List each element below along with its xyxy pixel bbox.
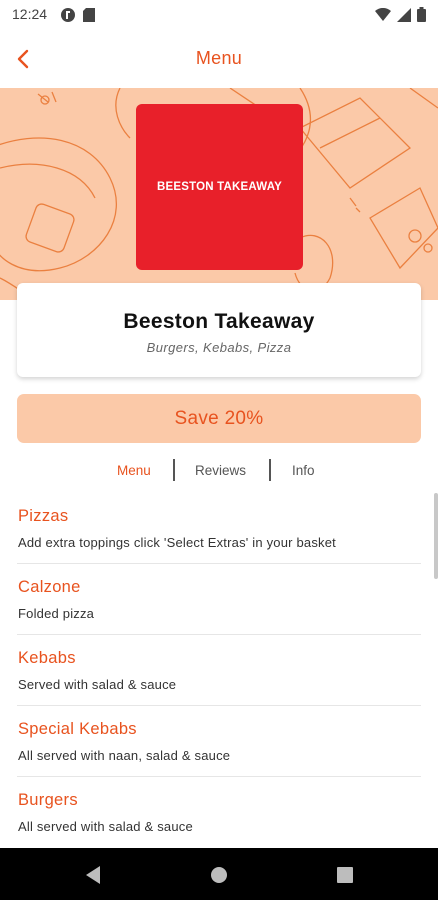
category-item-burgers[interactable]: Burgers All served with salad & sauce xyxy=(17,777,421,848)
category-description: All served with salad & sauce xyxy=(18,819,193,834)
app-bar: Menu xyxy=(0,30,438,88)
logo-text: BEESTON TAKEAWAY xyxy=(156,181,283,193)
restaurant-cuisine: Burgers, Kebabs, Pizza xyxy=(146,340,292,355)
tab-divider xyxy=(173,459,175,481)
restaurant-name: Beeston Takeaway xyxy=(123,310,315,333)
discount-banner: Save 20% xyxy=(17,394,421,443)
restaurant-hero: BEESTON TAKEAWAY xyxy=(0,88,438,300)
page-title: Menu xyxy=(195,48,243,68)
nav-home-button[interactable] xyxy=(208,864,230,886)
category-description: Folded pizza xyxy=(18,606,95,621)
signal-icon xyxy=(397,7,411,22)
category-item-calzone[interactable]: Calzone Folded pizza xyxy=(17,564,421,635)
home-circle-icon xyxy=(211,867,227,883)
discount-label: Save 20% xyxy=(174,407,264,429)
tab-reviews[interactable]: Reviews xyxy=(195,463,246,478)
nav-back-button[interactable] xyxy=(82,864,104,886)
tab-divider xyxy=(269,459,271,481)
section-tabs: Menu Reviews Info xyxy=(0,458,438,484)
restaurant-logo: BEESTON TAKEAWAY xyxy=(136,104,303,270)
restaurant-info-card: Beeston Takeaway Burgers, Kebabs, Pizza xyxy=(17,283,421,377)
back-triangle-icon xyxy=(86,866,100,884)
category-description: Add extra toppings click 'Select Extras'… xyxy=(18,535,336,550)
category-title: Calzone xyxy=(18,578,81,596)
scrollbar[interactable] xyxy=(434,493,438,579)
tab-menu[interactable]: Menu xyxy=(117,463,151,478)
sd-card-icon xyxy=(83,8,95,22)
status-time: 12:24 xyxy=(12,6,48,22)
menu-category-list: Pizzas Add extra toppings click 'Select … xyxy=(0,493,438,848)
status-bar: 12:24 xyxy=(0,0,438,30)
category-description: All served with naan, salad & sauce xyxy=(18,748,231,763)
recents-square-icon xyxy=(337,867,353,883)
nav-recents-button[interactable] xyxy=(334,864,356,886)
category-item-pizzas[interactable]: Pizzas Add extra toppings click 'Select … xyxy=(17,493,421,564)
tab-info[interactable]: Info xyxy=(292,463,315,478)
status-left-icons xyxy=(60,7,96,23)
category-title: Pizzas xyxy=(18,507,69,525)
system-nav-bar xyxy=(0,848,438,900)
category-title: Kebabs xyxy=(18,649,76,667)
notification-icon xyxy=(61,8,75,22)
category-title: Burgers xyxy=(18,791,78,809)
category-item-special-kebabs[interactable]: Special Kebabs All served with naan, sal… xyxy=(17,706,421,777)
battery-icon xyxy=(417,7,426,22)
category-item-kebabs[interactable]: Kebabs Served with salad & sauce xyxy=(17,635,421,706)
category-title: Special Kebabs xyxy=(18,720,137,738)
category-description: Served with salad & sauce xyxy=(18,677,177,692)
status-right-icons xyxy=(375,7,426,22)
wifi-icon xyxy=(375,7,391,21)
